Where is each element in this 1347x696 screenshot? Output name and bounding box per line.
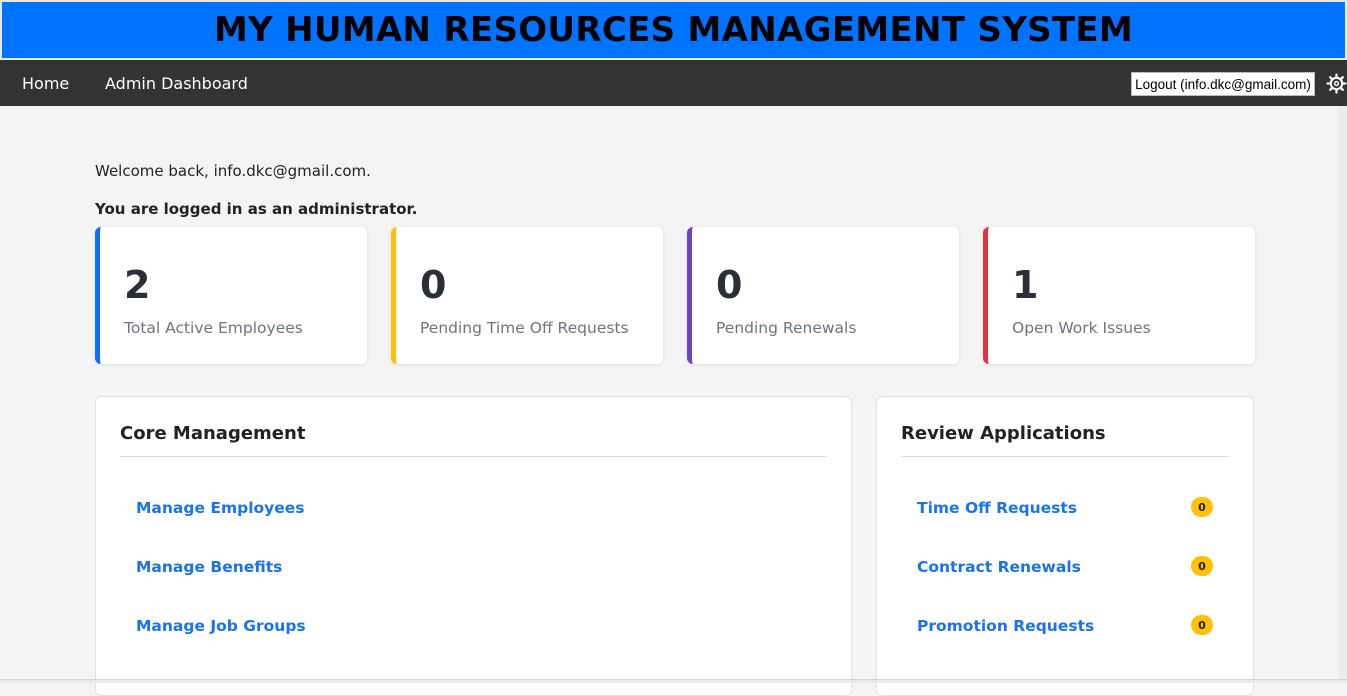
panel-title: Core Management xyxy=(120,423,306,444)
manage-job-groups-link[interactable]: Manage Job Groups xyxy=(136,617,306,635)
stat-card-time-off-requests: 0 Pending Time Off Requests xyxy=(391,227,663,364)
contract-renewals-link[interactable]: Contract Renewals xyxy=(917,558,1081,576)
nav-admin-dashboard-link[interactable]: Admin Dashboard xyxy=(105,74,248,93)
count-badge: 0 xyxy=(1191,615,1213,635)
manage-employees-link[interactable]: Manage Employees xyxy=(136,499,305,517)
stat-card-active-employees: 2 Total Active Employees xyxy=(95,227,367,364)
bottom-edge xyxy=(0,679,1347,683)
stat-label: Pending Renewals xyxy=(716,319,857,337)
app-banner: MY HUMAN RESOURCES MANAGEMENT SYSTEM xyxy=(0,0,1347,60)
page-scrollbar[interactable] xyxy=(1338,106,1347,679)
welcome-message: Welcome back, info.dkc@gmail.com. xyxy=(95,162,371,180)
gear-icon[interactable] xyxy=(1326,73,1347,94)
nav-home-link[interactable]: Home xyxy=(22,74,69,93)
panel-divider xyxy=(901,456,1229,457)
stat-label: Total Active Employees xyxy=(124,319,303,337)
review-applications-panel: Review Applications Time Off Requests 0 … xyxy=(876,396,1254,696)
app-title: MY HUMAN RESOURCES MANAGEMENT SYSTEM xyxy=(213,10,1134,50)
stat-label: Pending Time Off Requests xyxy=(420,319,629,337)
promotion-requests-link[interactable]: Promotion Requests xyxy=(917,617,1094,635)
manage-benefits-link[interactable]: Manage Benefits xyxy=(136,558,282,576)
time-off-requests-link[interactable]: Time Off Requests xyxy=(917,499,1077,517)
stat-value: 0 xyxy=(420,263,447,307)
core-management-panel: Core Management Manage Employees Manage … xyxy=(95,396,852,696)
stat-label: Open Work Issues xyxy=(1012,319,1151,337)
stat-value: 1 xyxy=(1012,263,1039,307)
panel-divider xyxy=(120,456,827,457)
stat-value: 0 xyxy=(716,263,743,307)
stat-card-open-work-issues: 1 Open Work Issues xyxy=(983,227,1255,364)
stat-value: 2 xyxy=(124,263,151,307)
count-badge: 0 xyxy=(1191,556,1213,576)
stat-card-pending-renewals: 0 Pending Renewals xyxy=(687,227,959,364)
count-badge: 0 xyxy=(1191,497,1213,517)
logout-button[interactable]: Logout (info.dkc@gmail.com) xyxy=(1131,72,1315,96)
admin-role-note: You are logged in as an administrator. xyxy=(95,200,418,218)
panel-title: Review Applications xyxy=(901,423,1106,444)
